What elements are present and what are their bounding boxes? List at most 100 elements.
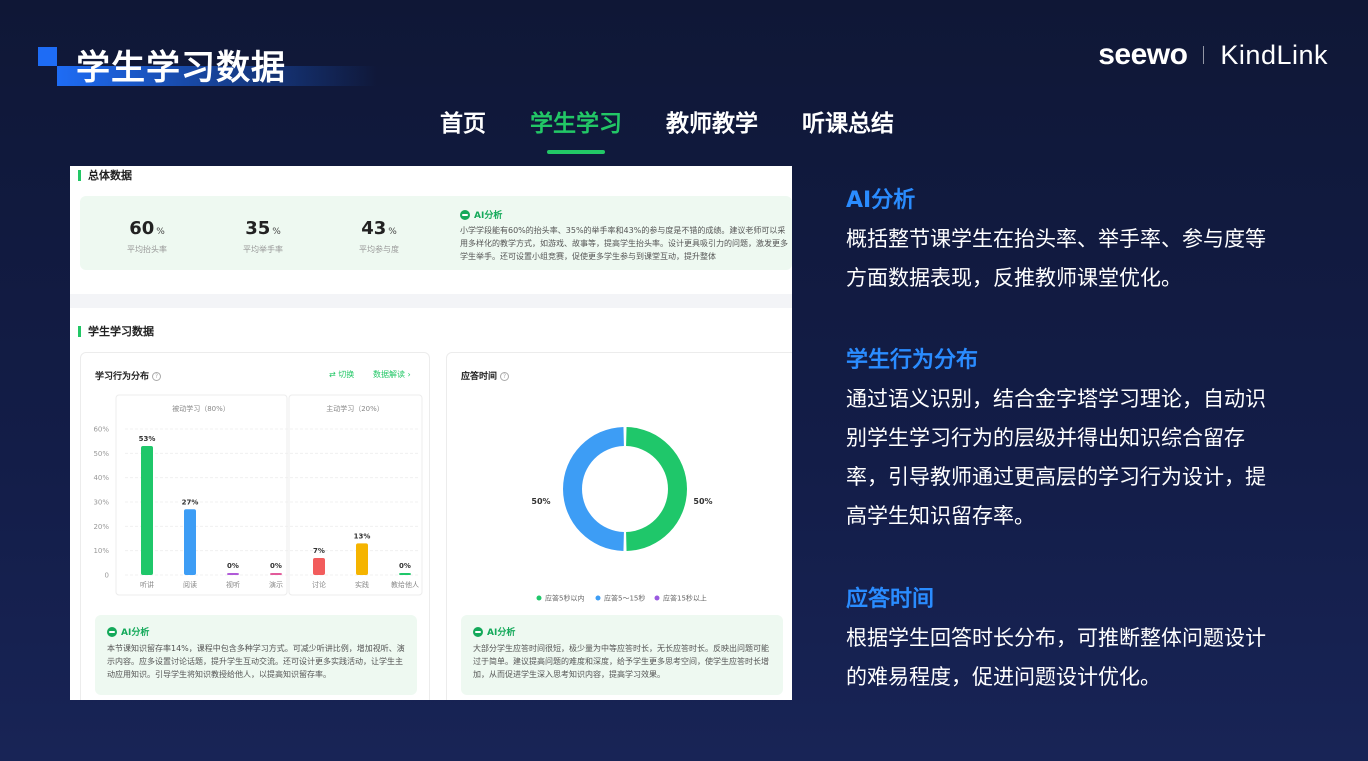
stat-label: 平均举手率	[243, 245, 283, 254]
bar-series: 53% 27% 0% 0% 7% 13% 0%	[139, 435, 411, 575]
legend-dot	[536, 595, 542, 601]
y-tick-label: 50%	[93, 450, 109, 458]
behavior-card: 学习行为分布? ⇄ 切换 数据解读 › 被动学习（80%） 主动学习（20%） …	[80, 352, 430, 700]
ai-icon	[473, 626, 483, 637]
bar-value-label: 0%	[227, 562, 239, 570]
switch-link[interactable]: ⇄ 切换	[329, 369, 354, 380]
desc-text: 通过语义识别，结合金字塔学习理论，自动识别学生学习行为的层级并得出知识综合留存率…	[846, 387, 1266, 528]
bar-2	[184, 509, 196, 575]
x-tick-label: 演示	[269, 580, 283, 589]
ai-icon	[107, 626, 117, 637]
help-icon[interactable]: ?	[152, 372, 162, 381]
stat-value: 60	[129, 218, 155, 239]
y-tick-label: 20%	[93, 523, 109, 531]
behavior-title-text: 学习行为分布	[95, 372, 150, 382]
page-title: 学生学习数据	[76, 48, 286, 88]
y-tick-label: 40%	[93, 474, 109, 482]
desc-response-time: 应答时间 根据学生回答时长分布，可推断整体问题设计的难易程度，促进问题设计优化。	[846, 581, 1286, 697]
legend-label: 应答5秒以内	[545, 594, 584, 603]
bar-value-label: 27%	[182, 498, 199, 506]
ai-badge: AI分析	[460, 208, 788, 221]
stat-unit: %	[272, 227, 281, 237]
active-group-label: 主动学习（20%）	[326, 404, 384, 413]
help-icon[interactable]: ?	[500, 372, 510, 381]
donut-slice-1	[626, 427, 687, 551]
overall-section-title: 总体数据	[78, 170, 132, 181]
donut-series	[563, 427, 687, 551]
donut-slice-2	[563, 427, 624, 551]
y-tick-label: 10%	[93, 547, 109, 555]
ai-label: AI分析	[487, 628, 516, 638]
title-accent-square	[38, 47, 57, 66]
passive-group-label: 被动学习（80%）	[172, 404, 230, 413]
legend-dot	[654, 595, 660, 601]
stat-unit: %	[388, 227, 397, 237]
bar-value-label: 0%	[270, 562, 282, 570]
bar-value-label: 13%	[354, 532, 371, 540]
brand-logo: seewo KindLink	[1098, 38, 1328, 72]
desc-title: 应答时间	[846, 587, 935, 612]
legend-label: 应答5～15秒	[604, 594, 645, 603]
legend-label: 应答15秒以上	[663, 594, 707, 603]
bar-value-label: 53%	[139, 435, 156, 443]
slice-value-label: 50%	[531, 497, 550, 506]
bar-x-axis: 听讲 阅读 视听 演示 讨论 实践 教给他人	[140, 580, 419, 589]
ai-badge: AI分析	[473, 625, 771, 638]
slice-value-label: 50%	[693, 497, 712, 506]
bar-1	[141, 446, 153, 575]
overall-ai-analysis: AI分析 小学学段能有60%的抬头率、35%的举手率和43%的参与度是不错的成绩…	[460, 208, 788, 263]
bar-5	[313, 557, 325, 575]
ai-text: 小学学段能有60%的抬头率、35%的举手率和43%的参与度是不错的成绩。建议老师…	[460, 226, 788, 261]
tab-teacher-teaching[interactable]: 教师教学	[666, 104, 758, 144]
desc-text: 概括整节课学生在抬头率、举手率、参与度等方面数据表现，反推教师课堂优化。	[846, 227, 1266, 290]
tab-lesson-summary[interactable]: 听课总结	[802, 104, 894, 144]
behavior-bar-chart: 被动学习（80%） 主动学习（20%） 010%20%30%40%50%60% …	[93, 394, 423, 596]
stat-participation: 43% 平均参与度	[334, 218, 424, 255]
x-tick-label: 实践	[355, 580, 369, 589]
bar-4	[270, 573, 282, 575]
x-tick-label: 阅读	[183, 580, 197, 589]
stat-hand-raise-rate: 35% 平均举手率	[218, 218, 308, 255]
behavior-title: 学习行为分布?	[95, 369, 162, 382]
data-interpret-link[interactable]: 数据解读 ›	[373, 369, 411, 380]
ai-badge: AI分析	[107, 625, 405, 638]
x-tick-label: 讨论	[312, 580, 326, 589]
ai-text: 大部分学生应答时间很短，极少量为中等应答时长，无长应答时长。反映出问题可能过于简…	[473, 644, 769, 679]
desc-title: AI分析	[846, 188, 916, 213]
page-title-block: 学生学习数据	[38, 38, 378, 88]
behavior-ai-analysis: AI分析 本节课知识留存率14%，课程中包含多种学习方式。可减少听讲比例，增加视…	[95, 615, 417, 695]
legend-dot	[595, 595, 601, 601]
seewo-logo: seewo	[1098, 38, 1188, 71]
x-tick-label: 视听	[226, 580, 240, 589]
desc-text: 根据学生回答时长分布，可推断整体问题设计的难易程度，促进问题设计优化。	[846, 626, 1266, 689]
tab-home[interactable]: 首页	[440, 104, 486, 144]
x-tick-label: 听讲	[140, 580, 154, 589]
section-separator	[70, 294, 792, 308]
x-tick-label: 教给他人	[391, 580, 419, 589]
bar-6	[356, 543, 368, 575]
stat-label: 平均抬头率	[127, 245, 167, 254]
student-section-title: 学生学习数据	[78, 326, 154, 337]
ai-label: AI分析	[474, 211, 503, 221]
bar-7	[399, 573, 411, 575]
response-title-text: 应答时间	[461, 372, 498, 382]
y-tick-label: 0	[105, 572, 109, 580]
desc-ai-analysis: AI分析 概括整节课学生在抬头率、举手率、参与度等方面数据表现，反推教师课堂优化…	[846, 182, 1286, 298]
stat-label: 平均参与度	[359, 245, 399, 254]
kindlink-logo: KindLink	[1220, 39, 1328, 70]
brand-divider	[1203, 46, 1205, 64]
stat-unit: %	[156, 227, 165, 237]
bar-value-label: 7%	[313, 547, 325, 555]
response-donut-chart: 50% 50% 应答5秒以内 应答5～15秒 应答15秒以上	[531, 427, 713, 603]
ai-label: AI分析	[121, 628, 150, 638]
stat-value: 35	[245, 218, 271, 239]
tab-student-learning[interactable]: 学生学习	[530, 104, 622, 154]
stat-value: 43	[361, 218, 387, 239]
dashboard-screenshot: 总体数据 60% 平均抬头率 35% 平均举手率 43% 平均参与度 AI分析 …	[70, 166, 792, 700]
bar-3	[227, 573, 239, 575]
ai-text: 本节课知识留存率14%，课程中包含多种学习方式。可减少听讲比例，增加视听、演示内…	[107, 644, 405, 679]
bar-value-label: 0%	[399, 562, 411, 570]
main-nav: 首页 学生学习 教师教学 听课总结	[440, 104, 894, 154]
desc-title: 学生行为分布	[846, 348, 979, 373]
bar-grid	[125, 428, 419, 576]
